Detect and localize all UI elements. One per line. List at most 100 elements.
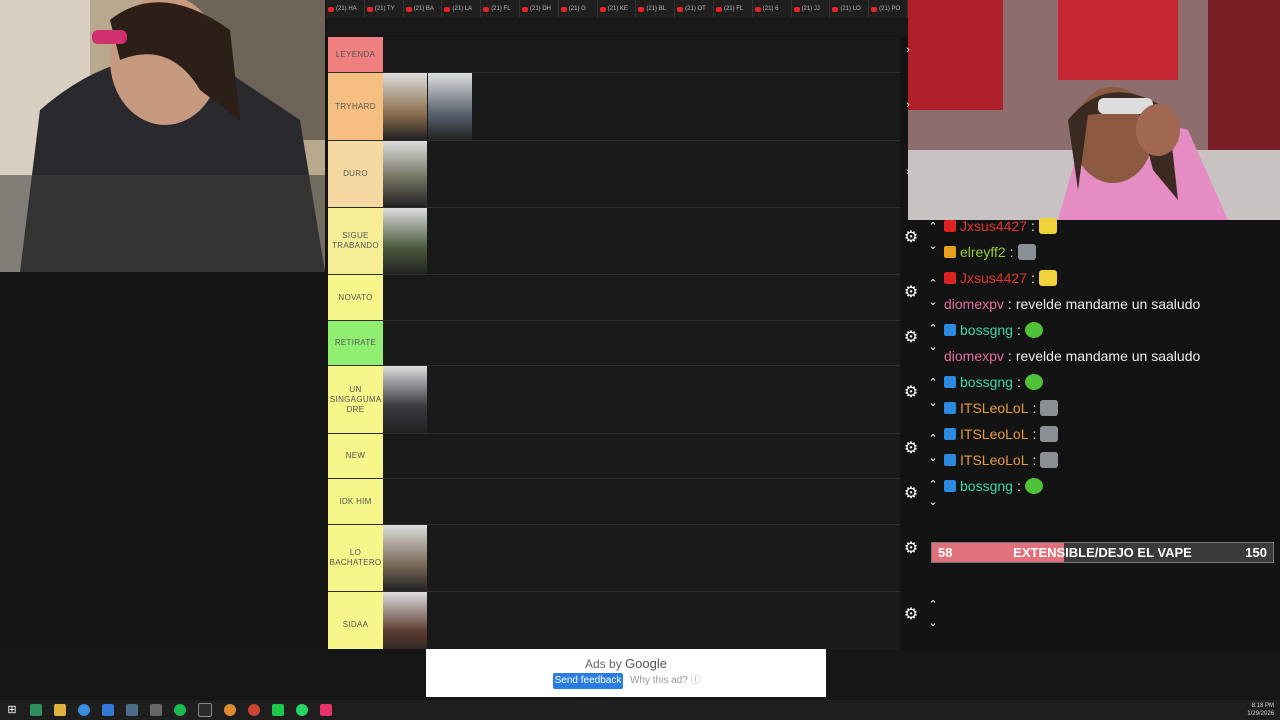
chevron-down-icon[interactable]: ⌄	[926, 341, 940, 353]
chevron-up-icon[interactable]: ⌃	[926, 377, 940, 389]
tier-items[interactable]	[383, 366, 900, 433]
chevron-down-icon[interactable]: ⌄	[926, 296, 940, 308]
tier-item-thumbnail[interactable]	[428, 73, 472, 140]
chevron-up-icon[interactable]: ⌃	[926, 479, 940, 491]
steam-icon[interactable]	[126, 704, 138, 716]
browser-tab[interactable]: (21) LA	[442, 0, 482, 18]
chevron-down-icon[interactable]: ⌄	[926, 496, 940, 508]
tiktok-icon[interactable]	[320, 704, 332, 716]
gear-icon[interactable]: ⚙	[903, 285, 919, 301]
tier-items[interactable]	[383, 321, 900, 365]
browser-tab[interactable]: (21) FL	[481, 0, 520, 18]
chat-username[interactable]: ITSLeoLoL	[960, 426, 1029, 442]
gear-icon[interactable]: ⚙	[903, 385, 919, 401]
gear-icon[interactable]: ⚙	[903, 607, 919, 623]
tier-items[interactable]	[383, 37, 900, 72]
browser-tab[interactable]: (21) PO	[869, 0, 908, 18]
tier-item-thumbnail[interactable]	[383, 73, 427, 140]
obs-icon[interactable]	[198, 703, 212, 717]
scroll-arrow-icon[interactable]: ›	[901, 99, 915, 111]
tier-item-thumbnail[interactable]	[383, 208, 427, 274]
chat-username[interactable]: diomexpv	[944, 296, 1004, 312]
chat-emote-icon	[1038, 270, 1057, 286]
start-windows-icon[interactable]: ⊞	[6, 704, 18, 716]
tier-label[interactable]: UN SINGAGUMA DRE	[328, 366, 383, 433]
send-feedback-button[interactable]: Send feedback	[553, 673, 623, 689]
gear-icon[interactable]: ⚙	[903, 486, 919, 502]
scroll-arrow-icon[interactable]: ›	[901, 166, 915, 178]
terminal-icon[interactable]	[30, 704, 42, 716]
tier-label[interactable]: NOVATO	[328, 275, 383, 320]
tier-label[interactable]: DURO	[328, 141, 383, 207]
chat-separator: :	[1030, 218, 1035, 234]
chat-username[interactable]: elreyff2	[960, 244, 1006, 260]
file-explorer-icon[interactable]	[54, 704, 66, 716]
browser-tab[interactable]: (21) OT	[675, 0, 714, 18]
browser-tab-label: (21) PO	[879, 6, 901, 12]
browser-tab[interactable]: (21) G	[559, 0, 598, 18]
chevron-down-icon[interactable]: ⌄	[926, 452, 940, 464]
chat-username[interactable]: bossgng	[960, 322, 1013, 338]
app-icon[interactable]	[248, 704, 260, 716]
browser-tab[interactable]: (21) FL	[714, 0, 753, 18]
chevron-up-icon[interactable]: ⌃	[926, 221, 940, 233]
browser-tab[interactable]: (21) JJ	[792, 0, 831, 18]
chrome-icon[interactable]	[78, 704, 90, 716]
browser-tab[interactable]: (21) KE	[598, 0, 637, 18]
chat-username[interactable]: Jxsus4427	[960, 218, 1027, 234]
gear-icon[interactable]: ⚙	[903, 441, 919, 457]
tier-item-thumbnail[interactable]	[383, 366, 427, 433]
whatsapp-icon[interactable]	[296, 704, 308, 716]
chevron-up-icon[interactable]: ⌃	[926, 278, 940, 290]
tier-item-thumbnail[interactable]	[383, 525, 427, 591]
store-icon[interactable]	[102, 704, 114, 716]
spotify-icon[interactable]	[174, 704, 186, 716]
browser-tab-label: (21) BA	[413, 6, 434, 12]
browser-tab[interactable]: (21) HA	[326, 0, 365, 18]
tier-label[interactable]: TRYHARD	[328, 73, 383, 140]
chevron-down-icon[interactable]: ⌄	[926, 240, 940, 252]
chat-username[interactable]: diomexpv	[944, 348, 1004, 364]
system-clock[interactable]: 8:18 PM 1/29/2026	[1247, 702, 1274, 718]
browser-tab[interactable]: (21) 6	[753, 0, 792, 18]
gear-icon[interactable]: ⚙	[903, 230, 919, 246]
chevron-up-icon[interactable]: ⌃	[926, 323, 940, 335]
chat-username[interactable]: ITSLeoLoL	[960, 400, 1029, 416]
chevron-down-icon[interactable]: ⌄	[926, 397, 940, 409]
youtube-icon	[444, 6, 451, 12]
tier-item-thumbnail[interactable]	[383, 141, 427, 207]
tier-items[interactable]	[383, 275, 900, 320]
chevron-up-icon[interactable]: ⌃	[926, 433, 940, 445]
browser-tab[interactable]: (21) LO	[830, 0, 870, 18]
scroll-arrow-icon[interactable]: ›	[901, 44, 915, 56]
chat-username[interactable]: Jxsus4427	[960, 270, 1027, 286]
chat-username[interactable]: ITSLeoLoL	[960, 452, 1029, 468]
browser-tab[interactable]: (21) TY	[365, 0, 404, 18]
tier-label[interactable]: RETIRATE	[328, 321, 383, 365]
tier-label[interactable]: SIGUE TRABANDO	[328, 208, 383, 274]
chevron-down-icon[interactable]: ⌄	[926, 617, 940, 629]
chevron-up-icon[interactable]: ⌃	[926, 599, 940, 611]
browser-icon[interactable]	[224, 704, 236, 716]
browser-tab[interactable]: (21) BA	[404, 0, 443, 18]
tier-label[interactable]: LEYENDA	[328, 37, 383, 72]
pen-icon[interactable]	[150, 704, 162, 716]
chat-username[interactable]: bossgng	[960, 478, 1013, 494]
tier-label[interactable]: LO BACHATERO	[328, 525, 383, 591]
browser-tab[interactable]: (21) DH	[520, 0, 559, 18]
tier-label[interactable]: NEW	[328, 434, 383, 478]
chat-username[interactable]: bossgng	[960, 374, 1013, 390]
user-badge-icon	[944, 428, 956, 440]
tier-items[interactable]	[383, 525, 900, 591]
tier-items[interactable]	[383, 141, 900, 207]
gear-icon[interactable]: ⚙	[903, 330, 919, 346]
tier-items[interactable]	[383, 73, 900, 140]
tier-label[interactable]: IDK HIM	[328, 479, 383, 524]
browser-tab[interactable]: (21) BL	[636, 0, 676, 18]
tier-items[interactable]	[383, 434, 900, 478]
why-this-ad-link[interactable]: Why this ad? ⓘ	[630, 673, 701, 689]
tier-items[interactable]	[383, 208, 900, 274]
tier-items[interactable]	[383, 479, 900, 524]
gear-icon[interactable]: ⚙	[903, 541, 919, 557]
game-icon[interactable]	[272, 704, 284, 716]
